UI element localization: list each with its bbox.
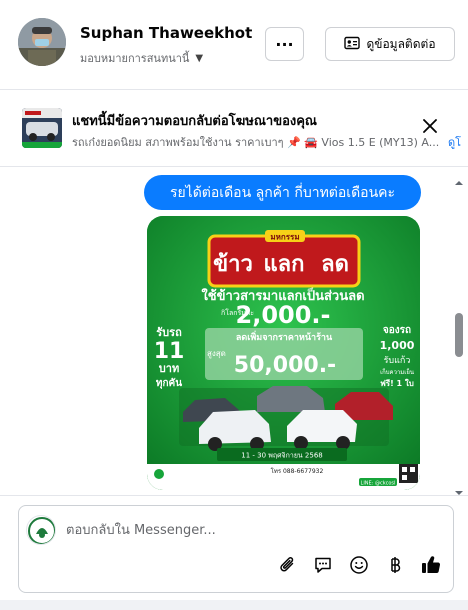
- more-options-button[interactable]: ···: [265, 27, 304, 61]
- poster-right-5: ฟรี! 1 ใบ: [380, 378, 414, 388]
- reply-input[interactable]: [66, 519, 426, 541]
- view-ad-link[interactable]: ดูโ: [448, 133, 468, 151]
- page-avatar: [26, 515, 56, 545]
- contact-name: Suphan Thaweekhot: [80, 24, 253, 42]
- poster-max-value: 50,000.-: [234, 353, 336, 378]
- caret-down-icon: ▼: [195, 52, 204, 64]
- poster-left-1: รับรถ: [156, 326, 182, 339]
- paperclip-icon[interactable]: [277, 554, 299, 576]
- poster-headline-2: แลก: [264, 252, 305, 277]
- thumbs-up-icon[interactable]: [420, 554, 442, 576]
- scroll-down-arrow-icon[interactable]: [454, 482, 464, 495]
- poster-left-3: บาท: [159, 362, 179, 375]
- poster-right-4: เก็บความเย็น: [380, 367, 414, 376]
- poster-headline-3: ลด: [321, 252, 349, 277]
- ad-description: รถเก๋งยอดนิยม สภาพพร้อมใช้งาน ราคาเบาๆ 📌…: [72, 136, 440, 149]
- poster-left-2: 11: [154, 339, 185, 364]
- conversation-header: Suphan Thaweekhot มอบหมายการสนทนานี้ ▼ ·…: [0, 0, 468, 90]
- poster-phone: โทร 088-6677932: [271, 467, 324, 475]
- poster-headline-1: ข้าว: [213, 252, 253, 277]
- poster-line-id: LINE: @ckcosl: [361, 481, 396, 487]
- poster-right-2: 1,000: [380, 339, 415, 352]
- ad-banner-title: แชทนี้มีข้อความตอบกลับต่อโฆษณาของคุณ: [72, 114, 317, 129]
- contact-card-icon: [344, 36, 361, 53]
- poster-right-3: รับแก้ว: [384, 355, 411, 366]
- scrollbar-thumb[interactable]: [455, 313, 463, 357]
- smiley-icon[interactable]: [348, 554, 370, 576]
- poster-right-1: จองรถ: [383, 325, 411, 336]
- baht-icon[interactable]: [384, 554, 406, 576]
- poster-max-label: สูงสุด: [207, 349, 226, 359]
- close-icon[interactable]: [421, 117, 439, 135]
- ad-thumbnail[interactable]: [22, 108, 62, 148]
- sent-image-attachment[interactable]: มหกรรม ข้าว แลก ลด ใช้ข้าวสารมาแลกเป็นส่…: [147, 216, 420, 490]
- speech-bubble-icon[interactable]: [312, 554, 334, 576]
- ad-reply-banner: แชทนี้มีข้อความตอบกลับต่อโฆษณาของคุณ รถเ…: [0, 91, 468, 167]
- assign-conversation[interactable]: มอบหมายการสนทนานี้ ▼: [80, 49, 203, 67]
- poster-left-4: ทุกคัน: [156, 377, 182, 389]
- sent-message-bubble[interactable]: รยได้ต่อเดือน ลูกค้า กี่บาทต่อเดือนคะ: [144, 175, 421, 210]
- scroll-up-arrow-icon[interactable]: [454, 172, 464, 185]
- panel-bottom-edge: [0, 600, 468, 610]
- messenger-conversation-panel: Suphan Thaweekhot มอบหมายการสนทนานี้ ▼ ·…: [0, 0, 468, 610]
- poster-badge: มหกรรม: [270, 233, 299, 242]
- view-contact-label: ดูข้อมูลติดต่อ: [366, 36, 436, 51]
- poster-date: 11 - 30 พฤศจิกายน 2568: [241, 452, 323, 460]
- contact-avatar[interactable]: [18, 18, 66, 66]
- poster-per-kg-value: 2,000.-: [236, 301, 331, 329]
- assign-conversation-label: มอบหมายการสนทนานี้: [80, 52, 190, 65]
- view-contact-button[interactable]: ดูข้อมูลติดต่อ: [325, 27, 455, 61]
